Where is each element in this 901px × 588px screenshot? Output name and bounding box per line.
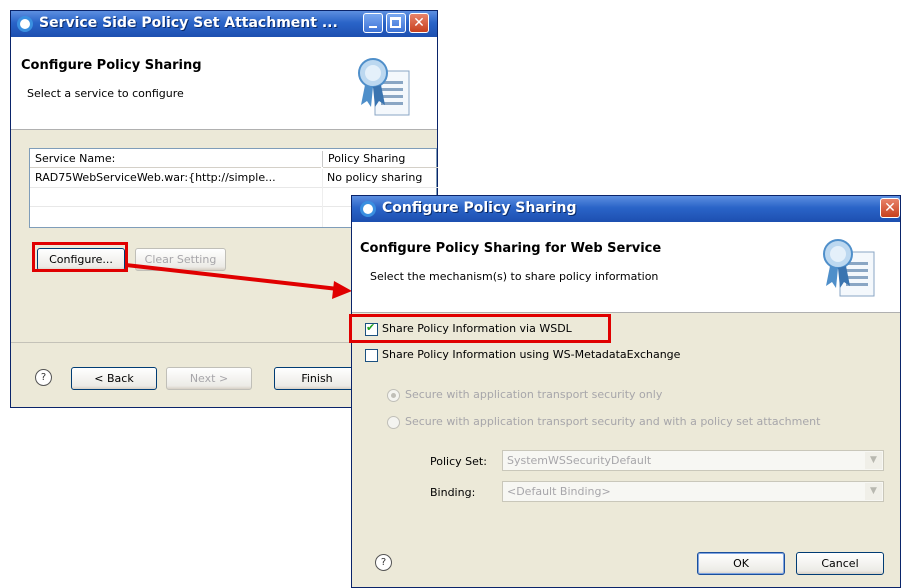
column-header-service-name[interactable]: Service Name:: [30, 149, 321, 168]
chevron-down-icon[interactable]: ▼: [865, 483, 882, 500]
help-icon[interactable]: ?: [375, 554, 392, 571]
cancel-button[interactable]: Cancel: [796, 552, 884, 575]
share-mex-label[interactable]: Share Policy Information using WS-Metada…: [382, 348, 680, 361]
chevron-down-icon[interactable]: ▼: [865, 452, 882, 469]
dialog-titlebar[interactable]: Configure Policy Sharing ✕: [352, 196, 900, 222]
dialog-header-subtitle: Select the mechanism(s) to share policy …: [370, 270, 659, 283]
close-icon[interactable]: ✕: [409, 13, 429, 33]
dialog-title: Configure Policy Sharing: [382, 200, 577, 216]
configure-policy-sharing-dialog: Configure Policy Sharing ✕ Configure Pol…: [351, 195, 901, 588]
dialog-app-icon: [360, 201, 376, 217]
configure-highlight: [32, 242, 128, 272]
window-title: Service Side Policy Set Attachment ...: [39, 15, 338, 31]
share-wsdl-highlight: [349, 314, 611, 343]
policy-set-combo[interactable]: SystemWSSecurityDefault ▼: [502, 450, 884, 471]
table-cell-policy-sharing: No policy sharing: [327, 171, 423, 184]
policy-set-label: Policy Set:: [430, 455, 487, 468]
column-divider-rows: [322, 169, 323, 227]
wizard-header: Configure Policy Sharing Select a servic…: [11, 37, 437, 130]
column-header-policy-sharing[interactable]: Policy Sharing: [323, 149, 438, 168]
next-button[interactable]: Next >: [166, 367, 252, 390]
table-row[interactable]: RAD75WebServiceWeb.war:{http://simple...…: [30, 169, 438, 188]
arrow-annotation: [125, 263, 352, 299]
finish-button[interactable]: Finish: [274, 367, 360, 390]
transport-only-label[interactable]: Secure with application transport securi…: [405, 388, 662, 401]
share-mex-checkbox[interactable]: [365, 349, 378, 362]
minimize-icon[interactable]: [363, 13, 383, 33]
table-cell-service-name: RAD75WebServiceWeb.war:{http://simple...: [35, 171, 276, 184]
wizard-title: Configure Policy Sharing: [21, 58, 202, 73]
binding-value: <Default Binding>: [507, 485, 611, 498]
transport-only-radio[interactable]: [387, 389, 400, 402]
window-titlebar[interactable]: Service Side Policy Set Attachment ... ✕: [11, 11, 437, 37]
binding-label: Binding:: [430, 486, 476, 499]
transport-policyset-label[interactable]: Secure with application transport securi…: [405, 415, 820, 428]
back-button[interactable]: < Back: [71, 367, 157, 390]
dialog-close-icon[interactable]: ✕: [880, 198, 900, 218]
policy-set-value: SystemWSSecurityDefault: [507, 454, 652, 467]
window-app-icon: [17, 16, 33, 32]
maximize-icon[interactable]: [386, 13, 406, 33]
dialog-header-title: Configure Policy Sharing for Web Service: [360, 241, 662, 256]
ok-button[interactable]: OK: [697, 552, 785, 575]
dialog-header: Configure Policy Sharing for Web Service…: [352, 222, 900, 313]
transport-policyset-radio[interactable]: [387, 416, 400, 429]
wizard-subtitle: Select a service to configure: [27, 87, 184, 100]
binding-combo[interactable]: <Default Binding> ▼: [502, 481, 884, 502]
policy-certificate-icon: [823, 239, 875, 297]
policy-certificate-icon: [358, 58, 410, 116]
help-icon[interactable]: ?: [35, 369, 52, 386]
